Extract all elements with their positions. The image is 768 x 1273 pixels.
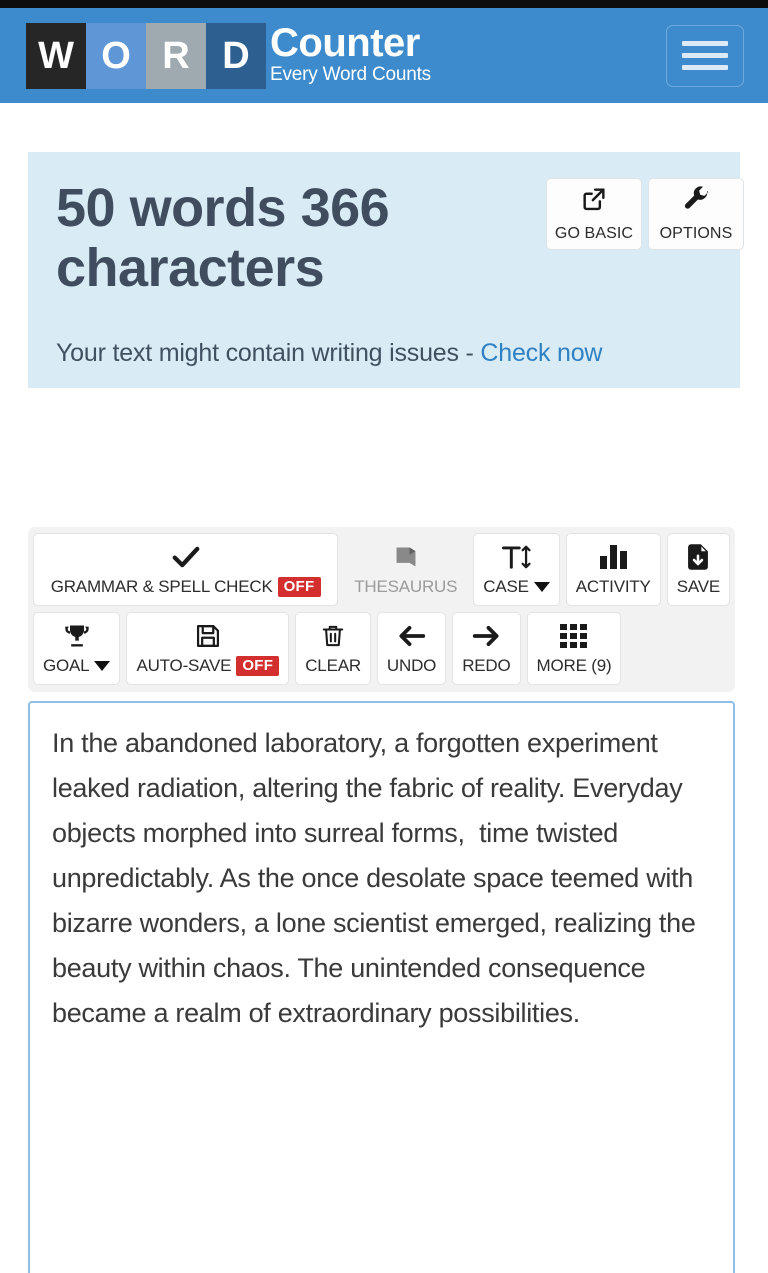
grid-dot xyxy=(580,633,588,639)
bar-chart-bars xyxy=(599,545,627,569)
activity-button[interactable]: ACTIVITY xyxy=(565,533,661,606)
redo-label: REDO xyxy=(462,656,511,675)
grammar-spell-check-caption: GRAMMAR & SPELL CHECK OFF xyxy=(51,577,321,597)
auto-save-status-badge: OFF xyxy=(236,656,280,676)
save-label: SAVE xyxy=(676,577,720,596)
bar xyxy=(619,551,627,569)
toolbar-row-1: GRAMMAR & SPELL CHECK OFF THESAURUS CASE… xyxy=(33,533,730,606)
clear-caption: CLEAR xyxy=(305,656,361,676)
save-caption: SAVE xyxy=(677,577,720,597)
logo-tile-o: O xyxy=(86,22,146,89)
grid-dot xyxy=(580,642,588,648)
clear-label: CLEAR xyxy=(305,656,361,675)
logo-tile-r: R xyxy=(146,22,206,89)
save-button[interactable]: SAVE xyxy=(666,533,730,606)
toolbar-row-2: GOAL AUTO-SAVE OFF CLEAR UNDO REDO MORE … xyxy=(33,612,730,685)
thesaurus-label: THESAURUS xyxy=(354,577,458,596)
writing-issues-text: Your text might contain writing issues - xyxy=(56,338,481,367)
grid-icon xyxy=(560,622,588,650)
bar xyxy=(599,556,607,569)
site-header: W O R D Counter Every Word Counts xyxy=(0,8,768,103)
activity-caption: ACTIVITY xyxy=(576,577,651,597)
redo-caption: REDO xyxy=(462,656,511,676)
top-status-strip xyxy=(0,0,768,8)
case-caption: CASE xyxy=(483,577,550,597)
brand-tagline: Every Word Counts xyxy=(270,63,431,85)
chevron-down-icon xyxy=(94,661,111,671)
goal-caption: GOAL xyxy=(43,656,111,676)
wrench-icon xyxy=(682,185,710,218)
bar-chart-icon xyxy=(599,543,627,571)
hamburger-bar xyxy=(682,65,728,70)
case-label: CASE xyxy=(483,577,529,596)
chevron-down-icon xyxy=(533,582,550,592)
editor-toolbar: GRAMMAR & SPELL CHECK OFF THESAURUS CASE… xyxy=(28,527,735,692)
grid-dots xyxy=(560,624,588,648)
options-button[interactable]: OPTIONS xyxy=(648,178,744,250)
redo-button[interactable]: REDO xyxy=(452,612,521,685)
site-logo[interactable]: W O R D Counter Every Word Counts xyxy=(26,22,431,89)
clear-button[interactable]: CLEAR xyxy=(295,612,371,685)
auto-save-label: AUTO-SAVE xyxy=(136,656,232,675)
logo-tile-w: W xyxy=(26,22,86,89)
external-link-icon xyxy=(580,185,608,218)
thesaurus-button[interactable]: THESAURUS xyxy=(344,533,468,606)
grid-dot xyxy=(560,624,568,630)
logo-tile-d: D xyxy=(206,22,266,89)
text-editor-area[interactable]: In the abandoned laboratory, a forgotten… xyxy=(28,701,735,1273)
trophy-icon xyxy=(63,622,91,650)
grammar-spell-check-label: GRAMMAR & SPELL CHECK xyxy=(50,577,273,596)
arrow-left-icon xyxy=(397,622,427,650)
grid-dot xyxy=(570,633,578,639)
hamburger-menu-icon[interactable] xyxy=(666,24,744,87)
more-caption: MORE (9) xyxy=(537,656,612,676)
hamburger-bar xyxy=(682,41,728,46)
hamburger-bar xyxy=(682,53,728,58)
undo-label: UNDO xyxy=(386,656,437,675)
trash-icon xyxy=(320,622,346,650)
logo-tiles: W O R D xyxy=(26,22,266,89)
writing-issues-notice: Your text might contain writing issues -… xyxy=(56,339,712,368)
arrow-right-icon xyxy=(471,622,501,650)
undo-button[interactable]: UNDO xyxy=(376,612,447,685)
word-count-headline: 50 words 366 characters xyxy=(56,178,390,299)
activity-label: ACTIVITY xyxy=(575,577,651,596)
case-button[interactable]: CASE xyxy=(473,533,560,606)
undo-caption: UNDO xyxy=(387,656,436,676)
text-case-icon xyxy=(500,543,534,571)
grid-dot xyxy=(580,624,588,630)
auto-save-button[interactable]: AUTO-SAVE OFF xyxy=(126,612,290,685)
book-icon xyxy=(391,543,421,571)
options-label: OPTIONS xyxy=(659,225,733,242)
check-now-link[interactable]: Check now xyxy=(480,339,602,367)
grid-dot xyxy=(570,642,578,648)
go-basic-label: GO BASIC xyxy=(554,225,634,242)
goal-button[interactable]: GOAL xyxy=(33,612,121,685)
grid-dot xyxy=(570,624,578,630)
grid-dot xyxy=(560,633,568,639)
goal-label: GOAL xyxy=(43,656,90,675)
word-counter-app: W O R D Counter Every Word Counts 50 wor… xyxy=(0,0,768,1273)
bar xyxy=(609,545,617,569)
grammar-status-badge: OFF xyxy=(277,577,321,597)
auto-save-caption: AUTO-SAVE OFF xyxy=(136,656,280,676)
brand-wordmark: Counter Every Word Counts xyxy=(270,23,431,89)
checkmark-icon xyxy=(171,543,201,571)
more-button[interactable]: MORE (9) xyxy=(526,612,622,685)
more-label: MORE (9) xyxy=(536,656,612,675)
floppy-disk-icon xyxy=(194,622,222,650)
grammar-spell-check-button[interactable]: GRAMMAR & SPELL CHECK OFF xyxy=(33,533,339,606)
brand-name: Counter xyxy=(270,21,420,66)
grid-dot xyxy=(560,642,568,648)
card-action-buttons: GO BASIC OPTIONS xyxy=(546,178,744,250)
go-basic-button[interactable]: GO BASIC xyxy=(546,178,642,250)
file-download-icon xyxy=(684,543,712,571)
thesaurus-caption: THESAURUS xyxy=(354,577,457,597)
